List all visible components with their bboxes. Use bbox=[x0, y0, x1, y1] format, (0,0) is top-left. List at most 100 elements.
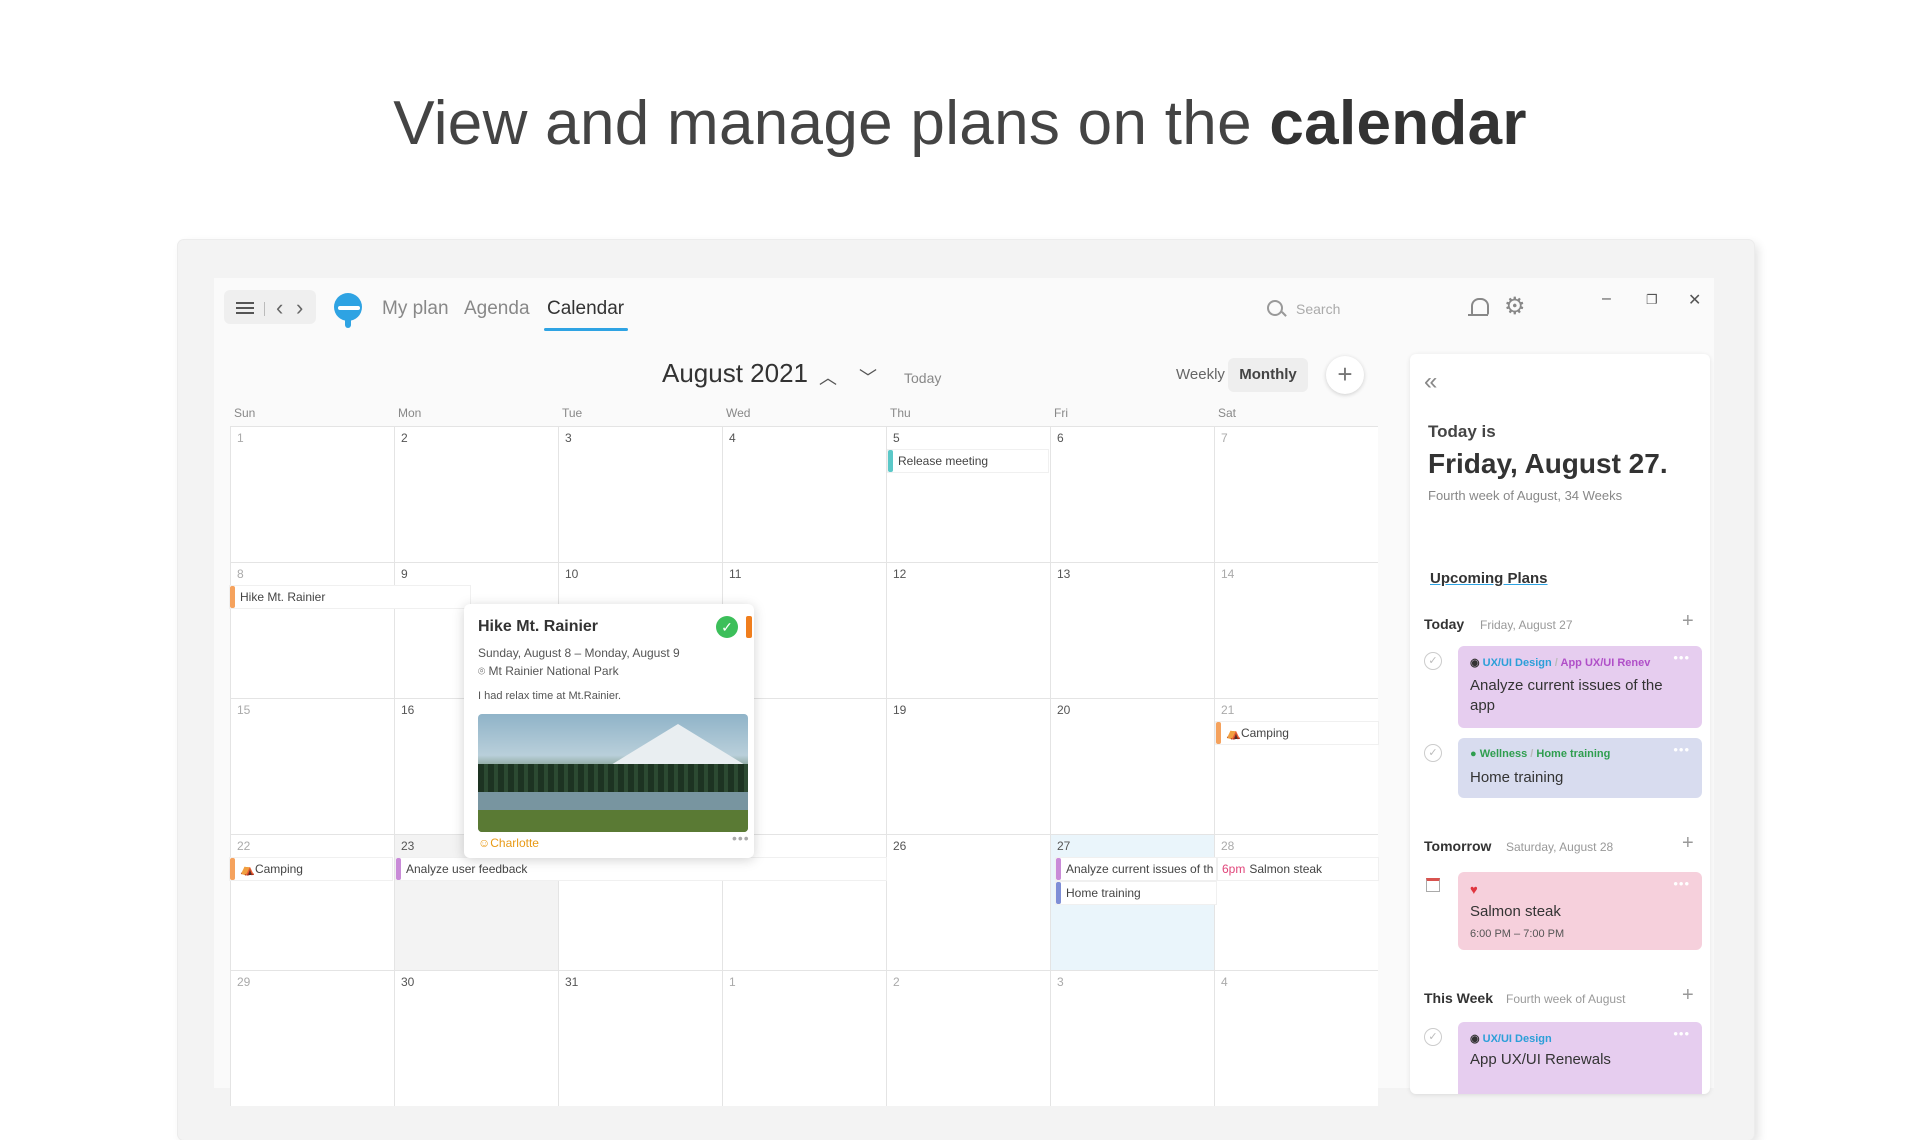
popup-date: Sunday, August 8 – Monday, August 9 bbox=[478, 646, 680, 660]
day-cell[interactable]: 13 bbox=[1050, 562, 1214, 698]
event-hike-mt-rainier[interactable]: Hike Mt. Rainier bbox=[230, 586, 470, 608]
event-release-meeting[interactable]: Release meeting bbox=[888, 450, 1048, 472]
restore-icon[interactable]: ❐ bbox=[1646, 292, 1658, 308]
plan-time: 6:00 PM – 7:00 PM bbox=[1470, 928, 1565, 940]
mountain-photo bbox=[478, 714, 748, 832]
chevron-up-icon[interactable]: ︿ bbox=[819, 364, 837, 390]
day-number: 3 bbox=[565, 431, 572, 445]
monthly-view-button[interactable]: Monthly bbox=[1228, 358, 1308, 392]
day-cell[interactable]: 3 bbox=[1050, 970, 1214, 1106]
day-cell[interactable]: 19 bbox=[886, 698, 1050, 834]
event-camping[interactable]: ⛺Camping bbox=[230, 858, 392, 880]
day-cell[interactable]: 8 bbox=[230, 562, 394, 698]
event-camping[interactable]: ⛺Camping bbox=[1216, 722, 1378, 744]
day-cell[interactable]: 30 bbox=[394, 970, 558, 1106]
tab-calendar[interactable]: Calendar bbox=[547, 298, 624, 320]
more-icon[interactable]: ••• bbox=[1673, 742, 1690, 757]
plan-card[interactable]: ◉ UX/UI Design / App UX/UI Renev ••• Ana… bbox=[1458, 646, 1702, 728]
day-number: 28 bbox=[1221, 839, 1235, 853]
tab-agenda[interactable]: Agenda bbox=[464, 298, 530, 320]
weekly-view-button[interactable]: Weekly bbox=[1176, 366, 1225, 383]
plan-tags: ● Wellness / Home training bbox=[1470, 748, 1610, 760]
plan-card[interactable]: ♥ ••• Salmon steak 6:00 PM – 7:00 PM bbox=[1458, 872, 1702, 950]
page-headline: View and manage plans on the calendar bbox=[393, 89, 1527, 158]
gear-icon[interactable]: ⚙ bbox=[1504, 295, 1526, 319]
add-this-week-icon[interactable]: + bbox=[1682, 984, 1694, 1007]
today-is-label: Today is bbox=[1428, 422, 1496, 441]
event-analyze-current-issues[interactable]: Analyze current issues of th bbox=[1056, 858, 1216, 880]
day-cell[interactable]: 7 bbox=[1214, 426, 1378, 562]
weekday-header: Mon bbox=[398, 406, 422, 420]
add-tomorrow-icon[interactable]: + bbox=[1682, 832, 1694, 855]
day-cell[interactable]: 20 bbox=[1050, 698, 1214, 834]
day-cell[interactable]: 14 bbox=[1214, 562, 1378, 698]
day-number: 14 bbox=[1221, 567, 1235, 581]
day-number: 12 bbox=[893, 567, 907, 581]
day-cell[interactable]: 2 bbox=[394, 426, 558, 562]
tab-my-plan[interactable]: My plan bbox=[382, 298, 449, 320]
day-number: 21 bbox=[1221, 703, 1235, 717]
check-icon[interactable]: ✓ bbox=[716, 616, 738, 638]
calendar-icon bbox=[1426, 878, 1440, 892]
event-salmon-steak[interactable]: 6pm Salmon steak bbox=[1218, 858, 1378, 880]
check-circle-icon[interactable]: ✓ bbox=[1424, 652, 1442, 670]
chevron-down-icon[interactable]: ﹀ bbox=[859, 364, 877, 390]
day-cell[interactable]: 4 bbox=[1214, 970, 1378, 1106]
event-analyze-user-feedback[interactable]: Analyze user feedback bbox=[396, 858, 886, 880]
day-cell[interactable]: 2 bbox=[886, 970, 1050, 1106]
day-number: 15 bbox=[237, 703, 251, 717]
tag-separator: / bbox=[1530, 748, 1534, 760]
tag-secondary: Home training bbox=[1536, 748, 1611, 760]
today-button[interactable]: Today bbox=[904, 370, 941, 386]
check-circle-icon[interactable]: ✓ bbox=[1424, 1028, 1442, 1046]
back-icon[interactable]: ‹ bbox=[276, 297, 283, 319]
day-cell[interactable]: 31 bbox=[558, 970, 722, 1106]
plan-card[interactable]: ◉ UX/UI Design ••• App UX/UI Renewals bbox=[1458, 1022, 1702, 1094]
day-cell[interactable]: 5 bbox=[886, 426, 1050, 562]
more-icon[interactable]: ••• bbox=[1673, 650, 1690, 665]
close-icon[interactable]: ✕ bbox=[1688, 290, 1701, 310]
upcoming-plans-title[interactable]: Upcoming Plans bbox=[1430, 570, 1548, 587]
popup-user: ☺Charlotte bbox=[478, 836, 539, 850]
day-cell[interactable]: 21 bbox=[1214, 698, 1378, 834]
day-cell[interactable]: 1 bbox=[722, 970, 886, 1106]
day-number: 23 bbox=[401, 839, 415, 853]
day-cell[interactable]: 15 bbox=[230, 698, 394, 834]
app-logo-tail bbox=[345, 320, 351, 328]
location-text: Mt Rainier National Park bbox=[488, 664, 619, 678]
day-cell[interactable]: 12 bbox=[886, 562, 1050, 698]
event-home-training[interactable]: Home training bbox=[1056, 882, 1216, 904]
collapse-panel-icon[interactable]: « bbox=[1424, 368, 1437, 396]
day-cell[interactable]: 26 bbox=[886, 834, 1050, 970]
app-window: ‹ › My plan Agenda Calendar ⚙ – ❐ ✕ Augu… bbox=[214, 278, 1714, 1106]
more-icon[interactable]: ••• bbox=[732, 830, 750, 846]
day-cell[interactable]: 3 bbox=[558, 426, 722, 562]
bell-icon[interactable] bbox=[1468, 298, 1489, 316]
tag-emoji-icon: ◉ bbox=[1470, 657, 1483, 669]
tag-primary: UX/UI Design bbox=[1482, 1033, 1552, 1045]
more-icon[interactable]: ••• bbox=[1673, 876, 1690, 891]
day-number: 7 bbox=[1221, 431, 1228, 445]
search-input[interactable] bbox=[1294, 296, 1418, 322]
right-panel: « Today is Friday, August 27. Fourth wee… bbox=[1410, 354, 1710, 1094]
add-today-icon[interactable]: + bbox=[1682, 610, 1694, 633]
day-cell[interactable]: 1 bbox=[230, 426, 394, 562]
day-number: 8 bbox=[237, 567, 244, 581]
plan-card[interactable]: ● Wellness / Home training ••• Home trai… bbox=[1458, 738, 1702, 798]
day-cell[interactable]: 29 bbox=[230, 970, 394, 1106]
more-icon[interactable]: ••• bbox=[1673, 1026, 1690, 1041]
day-cell[interactable]: 6 bbox=[1050, 426, 1214, 562]
forward-icon[interactable]: › bbox=[296, 297, 303, 319]
active-tab-indicator bbox=[544, 328, 628, 331]
tag-leaf-icon: ● bbox=[1470, 748, 1480, 760]
minimize-icon[interactable]: – bbox=[1602, 290, 1611, 308]
day-number: 4 bbox=[1221, 975, 1228, 989]
day-cell[interactable]: 28 bbox=[1214, 834, 1378, 970]
menu-icon[interactable] bbox=[236, 302, 254, 314]
plan-title: Salmon steak bbox=[1470, 903, 1561, 920]
add-plan-button[interactable]: + bbox=[1326, 356, 1364, 394]
day-cell[interactable]: 22 bbox=[230, 834, 394, 970]
check-circle-icon[interactable]: ✓ bbox=[1424, 744, 1442, 762]
month-grid: 1234567891011121314151617181920212223242… bbox=[230, 426, 1382, 1116]
day-cell[interactable]: 4 bbox=[722, 426, 886, 562]
